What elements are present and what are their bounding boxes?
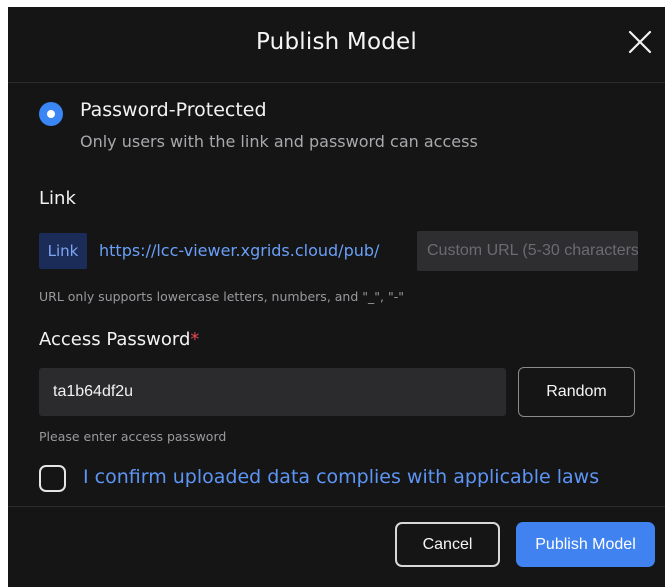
publish-model-button[interactable]: Publish Model [516, 522, 655, 567]
password-section-label: Access Password* [39, 329, 199, 350]
dialog-header: Publish Model [8, 7, 665, 83]
cancel-button[interactable]: Cancel [395, 522, 500, 567]
access-mode-label: Password-Protected [80, 99, 267, 121]
radio-selected-icon[interactable] [39, 102, 63, 126]
confirm-label[interactable]: I confirm uploaded data complies with ap… [83, 466, 599, 488]
publish-model-dialog: Publish Model Password-Protected Only us… [8, 7, 665, 587]
link-section-label: Link [39, 188, 76, 209]
password-hint: Please enter access password [39, 429, 227, 444]
dialog-title: Publish Model [256, 29, 417, 55]
access-password-input[interactable] [39, 368, 506, 416]
password-label-text: Access Password [39, 329, 191, 350]
confirm-checkbox[interactable] [39, 465, 66, 492]
access-mode-description: Only users with the link and password ca… [80, 132, 478, 151]
random-password-button[interactable]: Random [518, 367, 635, 417]
link-base-url: https://lcc-viewer.xgrids.cloud/pub/ [99, 241, 380, 260]
link-hint: URL only supports lowercase letters, num… [39, 289, 404, 304]
required-mark: * [190, 329, 200, 350]
custom-url-input[interactable] [417, 231, 638, 271]
close-icon[interactable] [625, 27, 655, 57]
link-tag: Link [39, 233, 87, 269]
